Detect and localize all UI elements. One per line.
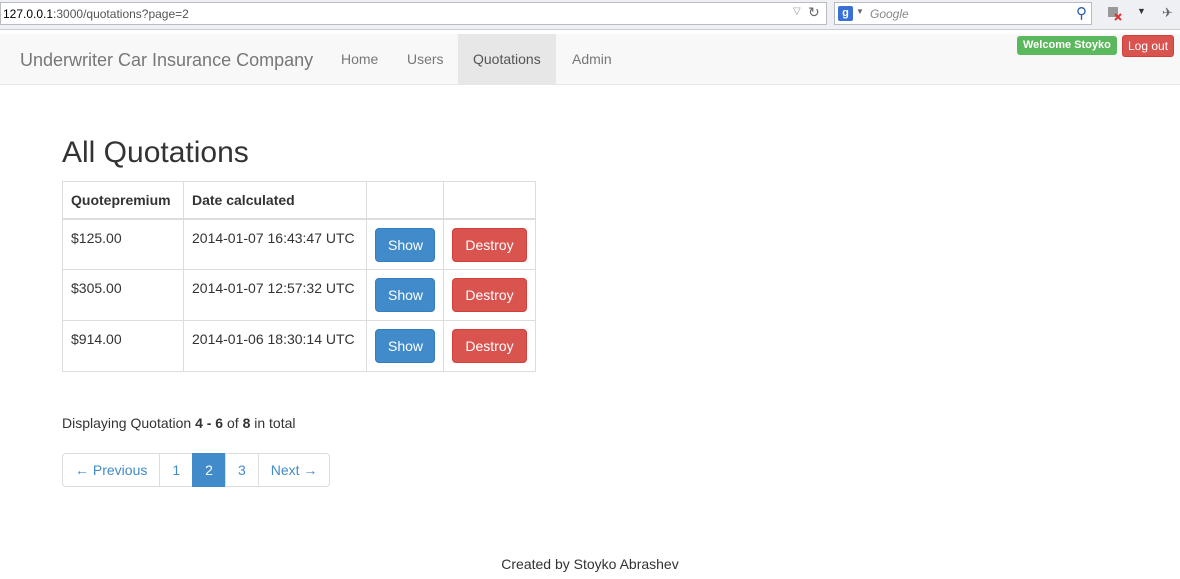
show-cell: Show	[366, 218, 444, 270]
browser-toolbar: 127.0.0.1:3000/quotations?page=2 ▽ ↻ g ▼…	[0, 0, 1180, 30]
pagination-previous[interactable]: ← Previous	[62, 453, 161, 487]
premium-cell: $914.00	[62, 320, 184, 372]
brand-link[interactable]: Underwriter Car Insurance Company	[20, 50, 313, 71]
search-placeholder: Google	[870, 7, 909, 21]
show-cell: Show	[366, 320, 444, 372]
table-header-row: Quotepremium Date calculated	[62, 181, 536, 220]
search-engine-dropdown-icon[interactable]: ▼	[856, 7, 864, 16]
nav-admin[interactable]: Admin	[557, 34, 627, 84]
pagination-page-2: 2	[192, 453, 226, 487]
url-history-dropdown-icon[interactable]: ▽	[793, 6, 801, 17]
nav-home[interactable]: Home	[326, 34, 393, 84]
nav-quotations[interactable]: Quotations	[458, 34, 556, 84]
table-row: $914.00 2014-01-06 18:30:14 UTC Show Des…	[62, 320, 536, 372]
date-cell: 2014-01-07 16:43:47 UTC	[183, 218, 367, 270]
column-header-quotepremium: Quotepremium	[62, 181, 184, 220]
welcome-badge: Welcome Stoyko	[1017, 36, 1117, 55]
extension-icon[interactable]: ✈	[1162, 5, 1173, 21]
destroy-cell: Destroy	[443, 269, 536, 321]
destroy-button[interactable]: Destroy	[452, 227, 527, 262]
pagination-page-3[interactable]: 3	[224, 453, 259, 487]
table-row: $305.00 2014-01-07 12:57:32 UTC Show Des…	[62, 269, 536, 321]
date-cell: 2014-01-07 12:57:32 UTC	[183, 269, 367, 321]
summary-prefix: Displaying Quotation	[62, 415, 192, 431]
url-text: 127.0.0.1:3000/quotations?page=2	[3, 7, 189, 21]
pagination-next[interactable]: Next →	[257, 453, 331, 487]
quotations-table: Quotepremium Date calculated $125.00 201…	[62, 181, 536, 372]
table-row: $125.00 2014-01-07 16:43:47 UTC Show Des…	[62, 218, 536, 270]
destroy-button[interactable]: Destroy	[452, 278, 527, 312]
column-header-date-calculated: Date calculated	[183, 181, 367, 220]
url-path: :3000/quotations?page=2	[53, 7, 189, 21]
show-button[interactable]: Show	[375, 278, 435, 312]
search-engine-icon[interactable]: g	[838, 6, 853, 21]
footer-credit: Created by Stoyko Abrashev	[501, 556, 679, 572]
summary-suffix: in total	[254, 415, 296, 431]
premium-cell: $305.00	[62, 269, 184, 321]
url-host: 127.0.0.1	[3, 7, 54, 21]
search-icon[interactable]: ⚲	[1076, 4, 1087, 22]
premium-cell: $125.00	[62, 218, 184, 270]
destroy-cell: Destroy	[443, 218, 536, 270]
column-header-destroy	[443, 181, 536, 220]
column-header-show	[366, 181, 444, 220]
show-cell: Show	[366, 269, 444, 321]
menu-dropdown-icon[interactable]: ▼	[1137, 6, 1146, 16]
page-title: All Quotations	[62, 136, 249, 169]
summary-range: 4 - 6	[195, 415, 224, 431]
destroy-button[interactable]: Destroy	[452, 329, 527, 363]
show-button[interactable]: Show	[375, 329, 435, 363]
date-cell: 2014-01-06 18:30:14 UTC	[183, 320, 367, 372]
show-button[interactable]: Show	[375, 227, 435, 262]
summary-of: of	[226, 415, 239, 431]
download-icon[interactable]	[1106, 5, 1122, 21]
pagination-page-1[interactable]: 1	[159, 453, 194, 487]
reload-icon[interactable]: ↻	[808, 4, 820, 21]
logout-button[interactable]: Log out	[1122, 35, 1175, 57]
summary-total: 8	[242, 415, 251, 431]
destroy-cell: Destroy	[443, 320, 536, 372]
site-navbar: Underwriter Car Insurance Company Home U…	[0, 34, 1180, 85]
pagination-summary: Displaying Quotation 4 - 6 of 8 in total	[62, 415, 296, 431]
nav-users[interactable]: Users	[392, 34, 459, 84]
address-bar[interactable]: 127.0.0.1:3000/quotations?page=2 ▽ ↻	[0, 2, 827, 25]
browser-search-box[interactable]: g ▼ Google ⚲	[834, 2, 1092, 25]
pagination: ← Previous 1 2 3 Next →	[62, 453, 331, 487]
